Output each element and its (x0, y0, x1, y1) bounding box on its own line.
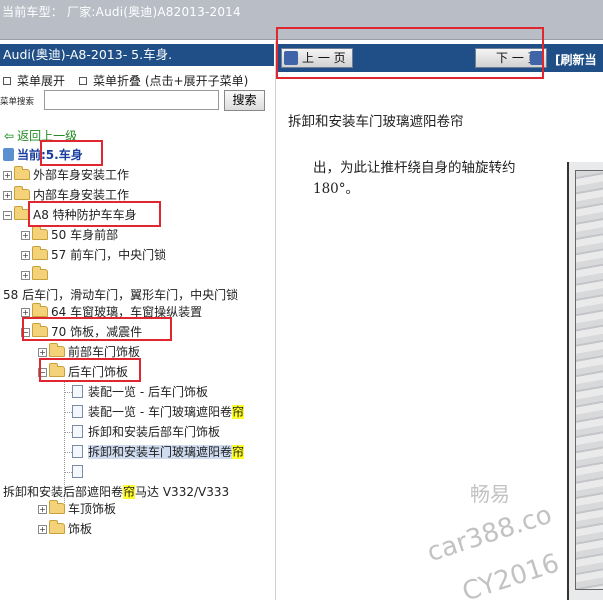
expand-icon[interactable]: + (21, 231, 30, 240)
tree-item[interactable]: + 饰板 (38, 520, 92, 538)
tree-doc-item[interactable]: 装配一览 - 车门玻璃遮阳卷帘 (72, 403, 244, 421)
document-icon (72, 425, 83, 438)
menu-toggle: 菜单展开 菜单折叠 (点击+展开子菜单) (3, 72, 248, 89)
instruction-text: 出，为此让推杆绕自身的轴旋转约 180°。 (313, 160, 516, 197)
expand-icon[interactable]: + (21, 251, 30, 260)
search-label: 菜单搜索 (0, 97, 35, 107)
folder-icon (32, 246, 48, 260)
search-button[interactable]: 搜索 (224, 90, 265, 111)
refresh-link[interactable]: [刷新当 (555, 51, 597, 68)
tree-doc-item[interactable]: 拆卸和安装后部车门饰板 (72, 423, 220, 441)
collapse-icon[interactable]: − (3, 211, 12, 220)
folder-icon (14, 166, 30, 180)
watermark: 畅易 (470, 482, 510, 506)
annotation-box (22, 317, 172, 341)
square-icon (3, 77, 11, 85)
folder-icon (32, 303, 48, 317)
search-highlight: 帘 (232, 445, 245, 459)
tree-item[interactable]: + 外部车身安装工作 (3, 166, 129, 184)
content-panel: 上 一 页 下 一 页 [刷新当 拆卸和安装车门玻璃遮阳卷帘 出，为此让推杆绕自… (277, 41, 603, 600)
tree-item[interactable]: + (21, 266, 51, 284)
tree-item[interactable]: 拆卸和安装后部遮阳卷帘马达 V332/V333 (3, 483, 229, 501)
tree-item[interactable]: +57 前车门，中央门锁 (21, 246, 166, 264)
left-panel-title: Audi(奥迪)-A8-2013- 5.车身. (0, 44, 274, 66)
tree-item[interactable]: 58 后车门，滑动车门，翼形车门，中央门锁 (3, 286, 238, 304)
page-icon (3, 148, 14, 161)
annotation-box (28, 201, 161, 227)
annotation-box (40, 140, 103, 166)
folder-icon (32, 226, 48, 240)
current-vehicle-label: 当前车型： 厂家:Audi(奥迪)A82013-2014 (2, 5, 241, 19)
folder-icon (14, 186, 30, 200)
folder-icon (49, 343, 65, 357)
expand-icon[interactable]: + (3, 171, 12, 180)
document-icon (72, 385, 83, 398)
document-icon (72, 465, 83, 478)
folder-icon (49, 520, 65, 534)
document-icon (72, 445, 83, 458)
page-title: 拆卸和安装车门玻璃遮阳卷帘 (288, 114, 464, 130)
expand-icon[interactable]: + (38, 348, 47, 357)
search-highlight: 帘 (123, 485, 136, 499)
expand-icon[interactable]: + (3, 191, 12, 200)
tree-doc-item[interactable]: 装配一览 - 后车门饰板 (72, 383, 208, 401)
arrow-left-icon: ⇦ (4, 129, 15, 143)
menu-expand-link[interactable]: 菜单展开 (17, 74, 65, 88)
folder-icon (32, 266, 48, 280)
expand-icon[interactable]: + (38, 525, 47, 534)
annotation-box (39, 358, 141, 382)
folder-icon (49, 500, 65, 514)
search-highlight: 帘 (231, 405, 244, 419)
watermark: CY2016 (458, 548, 563, 600)
annotation-box (276, 27, 544, 79)
tree-doc-item[interactable] (72, 463, 88, 481)
expand-icon[interactable]: + (21, 308, 30, 317)
search-input[interactable] (44, 90, 219, 110)
tree-doc-item-selected[interactable]: 拆卸和安装车门玻璃遮阳卷帘 (72, 443, 245, 461)
square-icon (79, 77, 88, 85)
tree-item[interactable]: +50 车身前部 (21, 226, 118, 244)
tree-item[interactable]: + 车顶饰板 (38, 500, 116, 518)
document-icon (72, 405, 83, 418)
diagram-image (567, 162, 603, 600)
menu-collapse-link[interactable]: 菜单折叠 (点击+展开子菜单) (93, 74, 248, 88)
expand-icon[interactable]: + (21, 271, 30, 280)
expand-icon[interactable]: + (38, 505, 47, 514)
